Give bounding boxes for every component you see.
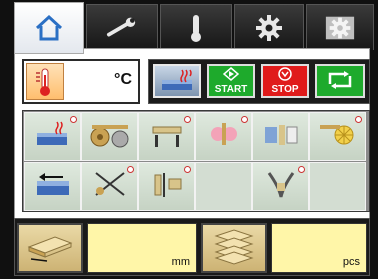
board-feed-icon [33, 169, 73, 204]
heater-icon [158, 67, 196, 96]
loop-button[interactable] [315, 64, 365, 98]
clamp-icon [147, 119, 187, 154]
function-glue-application[interactable] [195, 112, 252, 161]
count-unit: pcs [342, 256, 360, 268]
length-unit: mm [171, 256, 190, 268]
bottom-bar: mm pcs [14, 218, 370, 276]
gear-badge-icon [324, 12, 356, 44]
glue-application-icon [204, 119, 244, 154]
gear-icon [253, 12, 285, 44]
wrench-icon [106, 12, 138, 44]
function-grid [22, 110, 370, 212]
status-indicator [127, 166, 134, 173]
thermometer-icon [180, 12, 212, 44]
stop-label: STOP [271, 84, 299, 95]
board-length-icon [25, 229, 75, 268]
tab-advanced-settings[interactable] [306, 4, 374, 50]
control-bar: START STOP [148, 59, 370, 104]
tab-tools[interactable] [86, 4, 158, 50]
corner-round-icon [261, 169, 301, 204]
temperature-unit: °C [114, 71, 132, 88]
function-clamp[interactable] [138, 112, 195, 161]
function-board-feed[interactable] [24, 162, 81, 211]
function-corner-round[interactable] [252, 162, 309, 211]
start-label: START [214, 84, 248, 95]
status-indicator [298, 166, 305, 173]
function-empty-slot [309, 162, 366, 211]
home-icon [33, 12, 65, 44]
tab-bar [14, 2, 374, 54]
status-indicator [184, 116, 191, 123]
temperature-display[interactable]: °C [22, 59, 140, 104]
stop-icon [277, 67, 293, 84]
end-trim-icon [147, 169, 187, 204]
status-indicator [70, 116, 77, 123]
board-length-button[interactable] [17, 223, 83, 273]
function-end-trim[interactable] [138, 162, 195, 211]
thermometer-heat-icon [26, 63, 64, 100]
heater-button[interactable] [153, 64, 201, 98]
cutter-icon [90, 169, 130, 204]
board-stack-icon [212, 226, 256, 271]
start-button[interactable]: START [207, 64, 255, 98]
status-indicator [241, 116, 248, 123]
function-heated-bench[interactable] [24, 112, 81, 161]
start-icon [222, 67, 240, 84]
function-empty-slot [195, 162, 252, 211]
function-roll-feed[interactable] [81, 112, 138, 161]
heated-bench-icon [33, 119, 73, 154]
press-icon [261, 119, 301, 154]
function-brush-roller[interactable] [309, 112, 366, 161]
stop-button[interactable]: STOP [261, 64, 309, 98]
control-screen: °C START STOP mm pcs [0, 0, 378, 279]
roll-feed-icon [88, 119, 132, 154]
loop-icon [325, 69, 355, 94]
count-field[interactable]: pcs [271, 223, 367, 273]
function-press[interactable] [252, 112, 309, 161]
function-cutter[interactable] [81, 162, 138, 211]
board-count-button[interactable] [201, 223, 267, 273]
tab-settings[interactable] [234, 4, 304, 50]
status-indicator [184, 166, 191, 173]
length-field[interactable]: mm [87, 223, 197, 273]
status-indicator [355, 116, 362, 123]
tab-temperature[interactable] [160, 4, 232, 50]
tab-home[interactable] [14, 2, 84, 54]
brush-roller-icon [318, 119, 358, 154]
